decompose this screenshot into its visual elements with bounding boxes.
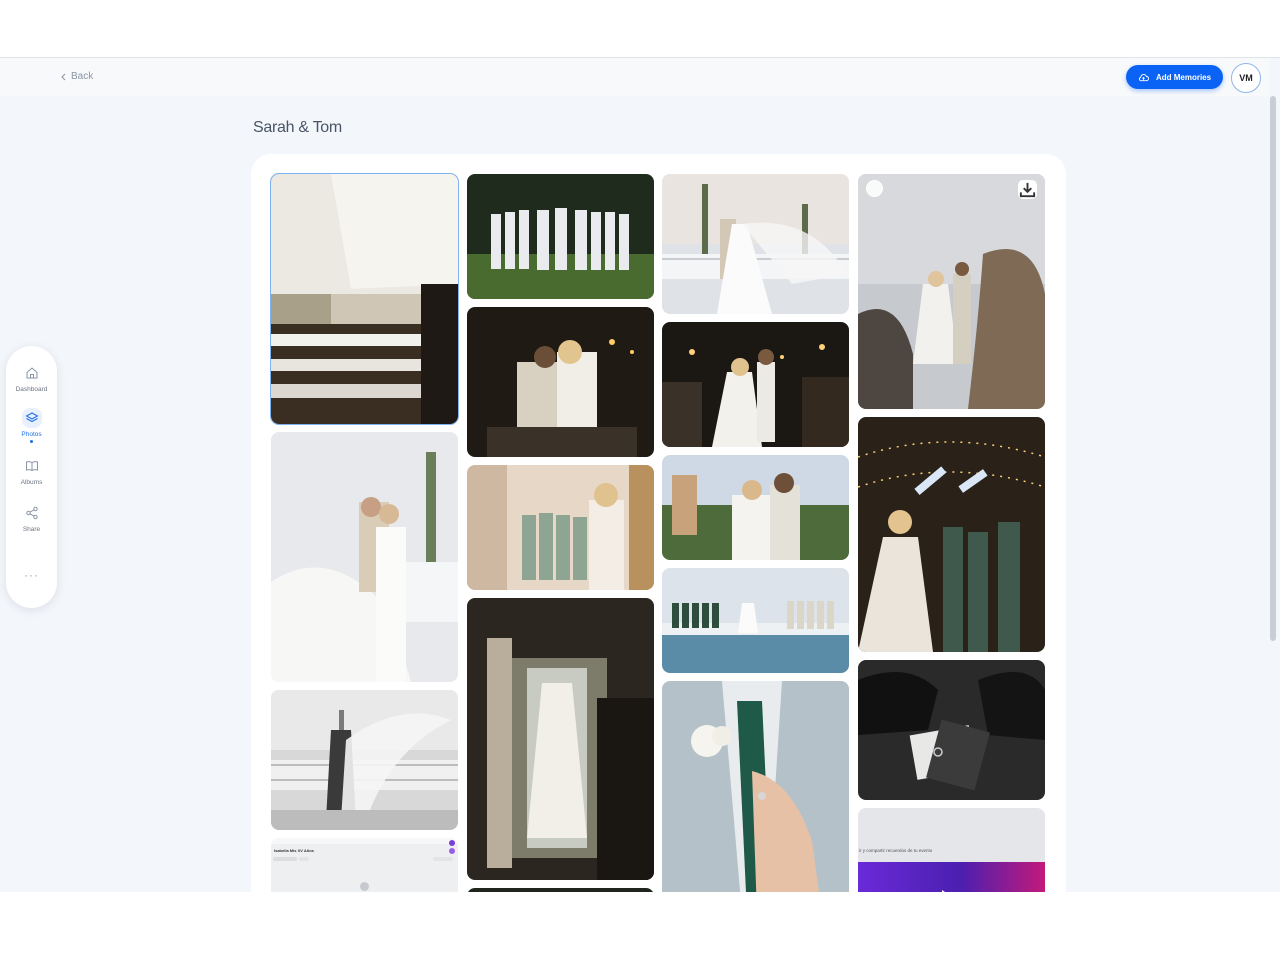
select-checkbox[interactable]	[866, 180, 883, 197]
back-link[interactable]: Back	[60, 71, 93, 82]
download-icon	[1019, 182, 1036, 198]
screenshot-banner	[858, 862, 1045, 892]
sidebar-item-label: Dashboard	[15, 386, 48, 393]
photo-image	[662, 455, 849, 560]
screenshot-header	[271, 838, 458, 844]
cloud-upload-icon	[1138, 73, 1149, 81]
photo-image	[467, 465, 654, 590]
sidebar: Dashboard Photos Albums Share ···	[6, 346, 57, 608]
photo-image	[467, 307, 654, 457]
photo-image	[467, 174, 654, 299]
photo-image	[858, 174, 1045, 409]
book-icon	[22, 456, 42, 476]
active-indicator	[30, 440, 33, 443]
photo-image	[271, 690, 458, 830]
photo-ceremony-wide[interactable]	[662, 568, 849, 673]
photo-app-screenshot-2[interactable]: ir y compartir recuerdos de tu evento	[858, 808, 1045, 892]
photo-groomsmen[interactable]	[467, 174, 654, 299]
sidebar-item-share[interactable]: Share	[6, 503, 57, 533]
photo-bride-stairs[interactable]	[270, 173, 459, 425]
share-icon	[22, 503, 42, 523]
back-label: Back	[71, 71, 94, 82]
page-title: Sarah & Tom	[253, 119, 342, 136]
photo-app-screenshot[interactable]: Isabella Mis XV Años	[271, 838, 458, 892]
photo-image	[662, 322, 849, 447]
sidebar-item-label: Albums	[20, 479, 43, 486]
photo-couple-bw[interactable]	[271, 690, 458, 830]
screenshot-avatar	[449, 840, 455, 846]
camera-icon	[360, 882, 369, 891]
home-icon	[22, 363, 42, 383]
photo-couple-outdoor[interactable]	[662, 455, 849, 560]
user-avatar[interactable]: VM	[1231, 63, 1261, 93]
screenshot-title: Isabella Mis XV Años	[274, 848, 314, 853]
photo-image	[467, 598, 654, 880]
screenshot-text: ir y compartir recuerdos de tu evento	[859, 848, 933, 853]
chevron-left-icon	[61, 73, 66, 80]
photo-sparkler-exit[interactable]	[662, 322, 849, 447]
photo-ceremony-vows[interactable]	[858, 174, 1045, 409]
screenshot-chip	[273, 857, 297, 861]
photo-image	[662, 568, 849, 673]
add-memories-button[interactable]: Add Memories	[1126, 65, 1223, 89]
screenshot-icon	[449, 848, 455, 854]
photo-image	[858, 660, 1045, 800]
top-bar: Back Add Memories VM	[0, 58, 1270, 96]
photo-image	[271, 174, 458, 424]
photo-boutonniere-ring[interactable]	[662, 681, 849, 892]
photo-partial[interactable]	[467, 888, 654, 892]
photo-couple-kiss-sunset[interactable]	[662, 174, 849, 314]
sidebar-item-dashboard[interactable]: Dashboard	[6, 363, 57, 393]
sidebar-item-albums[interactable]: Albums	[6, 456, 57, 486]
app-shell: Back Add Memories VM Sarah & Tom Dashboa…	[0, 57, 1280, 892]
photo-dress-window[interactable]	[467, 598, 654, 880]
sidebar-item-photos[interactable]: Photos	[6, 408, 57, 443]
photo-image	[662, 681, 849, 892]
photo-shoes-detail[interactable]	[858, 660, 1045, 800]
photo-image	[858, 417, 1045, 652]
photo-couple-kiss-night[interactable]	[467, 307, 654, 457]
more-icon[interactable]: ···	[6, 568, 57, 582]
add-memories-label: Add Memories	[1155, 72, 1212, 82]
sidebar-item-label: Photos	[21, 431, 42, 438]
photo-image	[271, 432, 458, 682]
photo-image	[662, 174, 849, 314]
photo-party-night[interactable]	[858, 417, 1045, 652]
play-icon	[942, 890, 951, 892]
screenshot-chip	[433, 857, 453, 861]
download-button[interactable]	[1018, 180, 1037, 199]
gallery-panel: Isabella Mis XV Años ir y compartir recu…	[251, 154, 1066, 892]
scrollbar[interactable]	[1270, 96, 1276, 641]
screenshot-chip	[299, 857, 309, 861]
layers-icon	[21, 408, 42, 428]
photo-couple-veil[interactable]	[271, 432, 458, 682]
photo-bridesmaids-robes[interactable]	[467, 465, 654, 590]
sidebar-item-label: Share	[22, 526, 41, 533]
